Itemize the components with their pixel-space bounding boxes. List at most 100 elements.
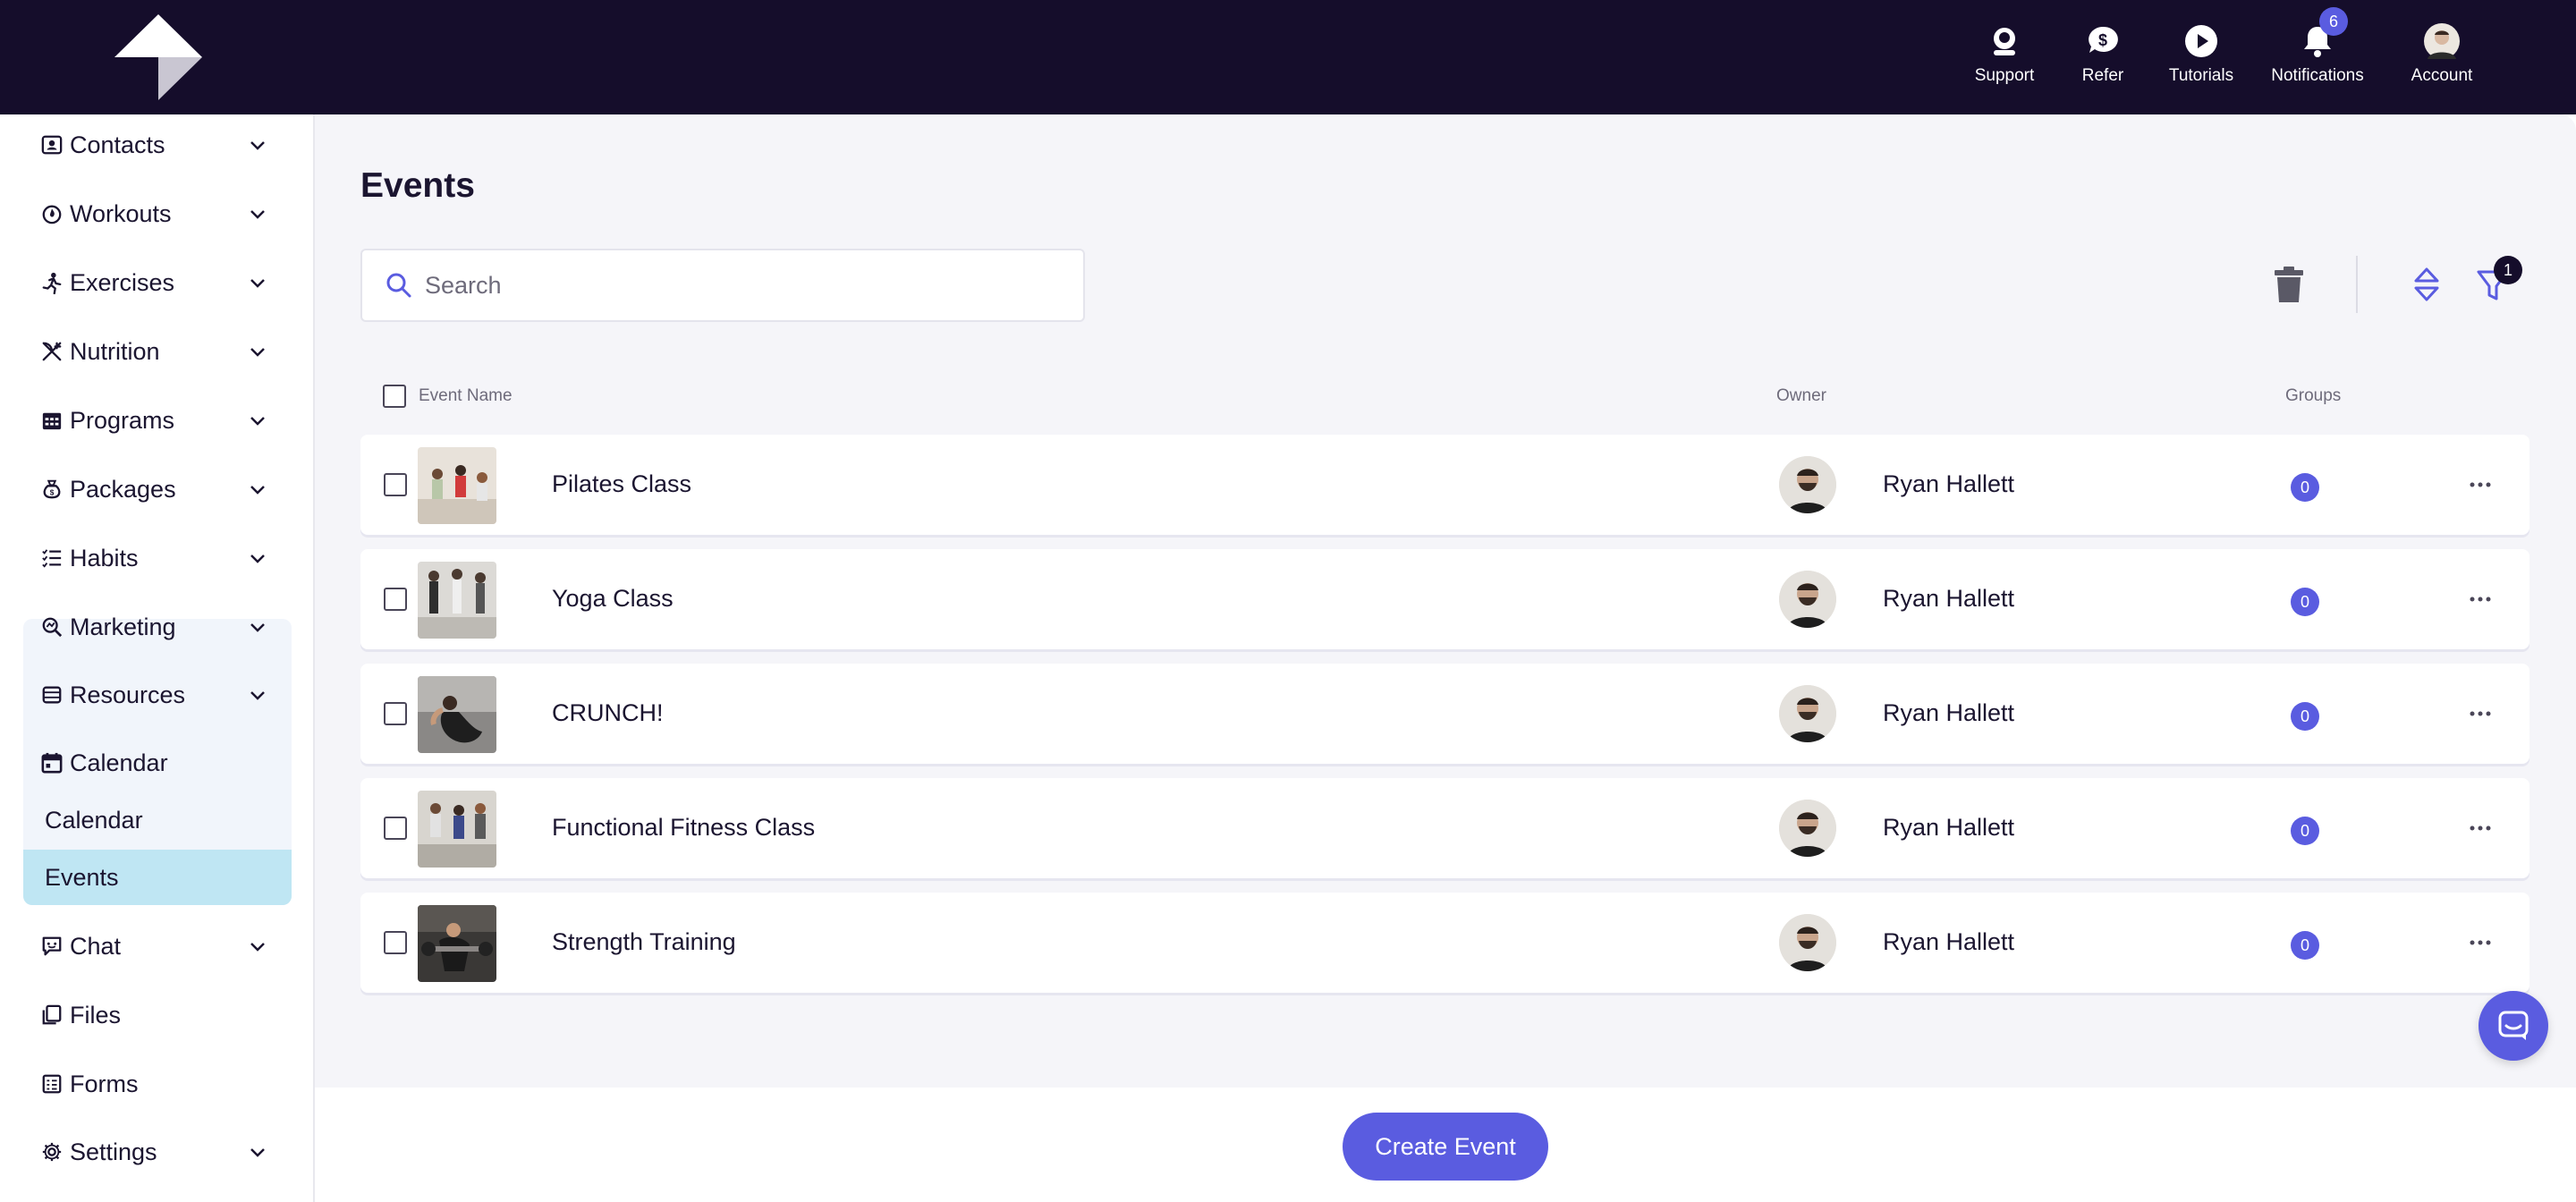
account-button[interactable]: Account [2385, 21, 2499, 93]
event-name[interactable]: Functional Fitness Class [552, 814, 815, 842]
row-checkbox[interactable] [384, 931, 407, 954]
more-options-button[interactable] [2462, 587, 2498, 612]
sidebar-subitem-calendar[interactable]: Calendar [23, 792, 292, 848]
more-options-button[interactable] [2462, 472, 2498, 497]
brand-logo[interactable] [114, 14, 202, 100]
sidebar-subitem-label: Calendar [45, 806, 143, 834]
sidebar-item-habits[interactable]: Habits [23, 531, 292, 585]
event-name[interactable]: CRUNCH! [552, 699, 664, 727]
support-label: Support [1974, 66, 2035, 85]
column-header-groups: Groups [2285, 386, 2342, 405]
more-options-button[interactable] [2462, 816, 2498, 841]
chat-support-button[interactable] [2479, 991, 2548, 1061]
sidebar-item-label: Habits [70, 544, 139, 571]
dollar-chat-icon: $ [2083, 21, 2123, 61]
table-row[interactable]: Functional Fitness Class Ryan Hallett 0 [360, 778, 2529, 878]
sidebar-item-nutrition[interactable]: Nutrition [23, 325, 292, 378]
notification-count-badge: 6 [2319, 7, 2348, 36]
ellipsis-icon [2470, 825, 2491, 831]
search-box[interactable] [360, 249, 1085, 322]
sidebar-item-marketing[interactable]: Marketing [23, 600, 292, 654]
sidebar-item-programs[interactable]: Programs [23, 394, 292, 447]
chat-bubble-icon [2498, 1011, 2529, 1040]
tutorials-label: Tutorials [2168, 66, 2234, 85]
row-checkbox[interactable] [384, 588, 407, 611]
sidebar-item-label: Settings [70, 1138, 157, 1165]
create-event-button[interactable]: Create Event [1343, 1113, 1548, 1181]
sidebar-item-forms[interactable]: Forms [23, 1057, 292, 1111]
tutorials-button[interactable]: Tutorials [2152, 21, 2250, 93]
chevron-down-icon [250, 554, 265, 563]
chevron-down-icon [250, 486, 265, 495]
sidebar-item-label: Files [70, 1001, 122, 1028]
chevron-down-icon [250, 943, 265, 952]
search-input[interactable] [425, 271, 1051, 300]
notifications-button[interactable]: 6 Notifications [2250, 7, 2385, 93]
owner-avatar [1779, 914, 1836, 971]
toolbar-divider [2356, 256, 2358, 313]
table-row[interactable]: Yoga Class Ryan Hallett 0 [360, 549, 2529, 649]
chevron-down-icon [250, 691, 265, 700]
resources-icon [23, 681, 63, 708]
sidebar-item-label: Forms [70, 1070, 139, 1097]
sidebar-item-contacts[interactable]: Contacts [23, 118, 292, 172]
table-row[interactable]: CRUNCH! Ryan Hallett 0 [360, 664, 2529, 764]
sidebar-subitem-events[interactable]: Events [23, 850, 292, 905]
sidebar-item-settings[interactable]: Settings [23, 1125, 292, 1179]
sidebar-item-chat[interactable]: Chat [23, 919, 292, 973]
sort-button[interactable] [2405, 263, 2448, 306]
chevron-down-icon [250, 210, 265, 219]
account-label: Account [2411, 66, 2473, 85]
sidebar-item-label: Marketing [70, 613, 176, 640]
more-options-button[interactable] [2462, 701, 2498, 726]
contacts-icon [23, 131, 63, 158]
select-all-checkbox[interactable] [383, 385, 406, 408]
sidebar-item-packages[interactable]: $ Packages [23, 462, 292, 516]
marketing-icon [23, 614, 63, 640]
top-nav: Support $ Refer Tutorials 6 Notification… [1955, 7, 2499, 93]
ellipsis-icon [2470, 940, 2491, 945]
sidebar-item-label: Nutrition [70, 337, 160, 365]
refer-button[interactable]: $ Refer [2054, 21, 2152, 93]
programs-icon [23, 407, 63, 434]
groups-count-badge: 0 [2291, 473, 2319, 502]
row-checkbox[interactable] [384, 702, 407, 725]
sidebar-item-calendar[interactable]: Calendar [23, 736, 292, 790]
page-title: Events [360, 166, 475, 205]
sidebar-item-label: Exercises [70, 268, 175, 296]
support-button[interactable]: Support [1955, 21, 2054, 93]
table-row[interactable]: Strength Training Ryan Hallett 0 [360, 893, 2529, 993]
event-name[interactable]: Strength Training [552, 928, 736, 956]
groups-count-badge: 0 [2291, 588, 2319, 616]
top-bar: Support $ Refer Tutorials 6 Notification… [0, 0, 2576, 114]
sidebar-item-label: Programs [70, 406, 175, 434]
ellipsis-icon [2470, 597, 2491, 602]
calendar-icon [23, 749, 63, 776]
event-name[interactable]: Yoga Class [552, 585, 674, 613]
ellipsis-icon [2470, 711, 2491, 716]
more-options-button[interactable] [2462, 930, 2498, 955]
event-thumbnail [418, 791, 496, 868]
chevron-down-icon [250, 279, 265, 288]
sidebar-item-resources[interactable]: Resources [23, 668, 292, 722]
delete-button[interactable] [2267, 263, 2310, 306]
nutrition-icon [23, 338, 63, 365]
sidebar-item-label: Workouts [70, 199, 172, 227]
filter-count-badge: 1 [2494, 256, 2522, 284]
table-row[interactable]: Pilates Class Ryan Hallett 0 [360, 435, 2529, 535]
sidebar-item-workouts[interactable]: Workouts [23, 187, 292, 241]
groups-count-badge: 0 [2291, 931, 2319, 960]
sidebar-item-files[interactable]: Files [23, 988, 292, 1042]
bell-icon: 6 [2298, 7, 2348, 61]
chat-icon [23, 933, 63, 960]
row-checkbox[interactable] [384, 817, 407, 840]
event-name[interactable]: Pilates Class [552, 470, 691, 498]
support-icon [1985, 21, 2024, 61]
owner-name: Ryan Hallett [1883, 699, 2015, 726]
owner-name: Ryan Hallett [1883, 470, 2015, 497]
chevron-down-icon [250, 141, 265, 150]
event-thumbnail [418, 676, 496, 753]
row-checkbox[interactable] [384, 473, 407, 496]
sidebar-item-exercises[interactable]: Exercises [23, 256, 292, 309]
owner-avatar [1779, 571, 1836, 628]
